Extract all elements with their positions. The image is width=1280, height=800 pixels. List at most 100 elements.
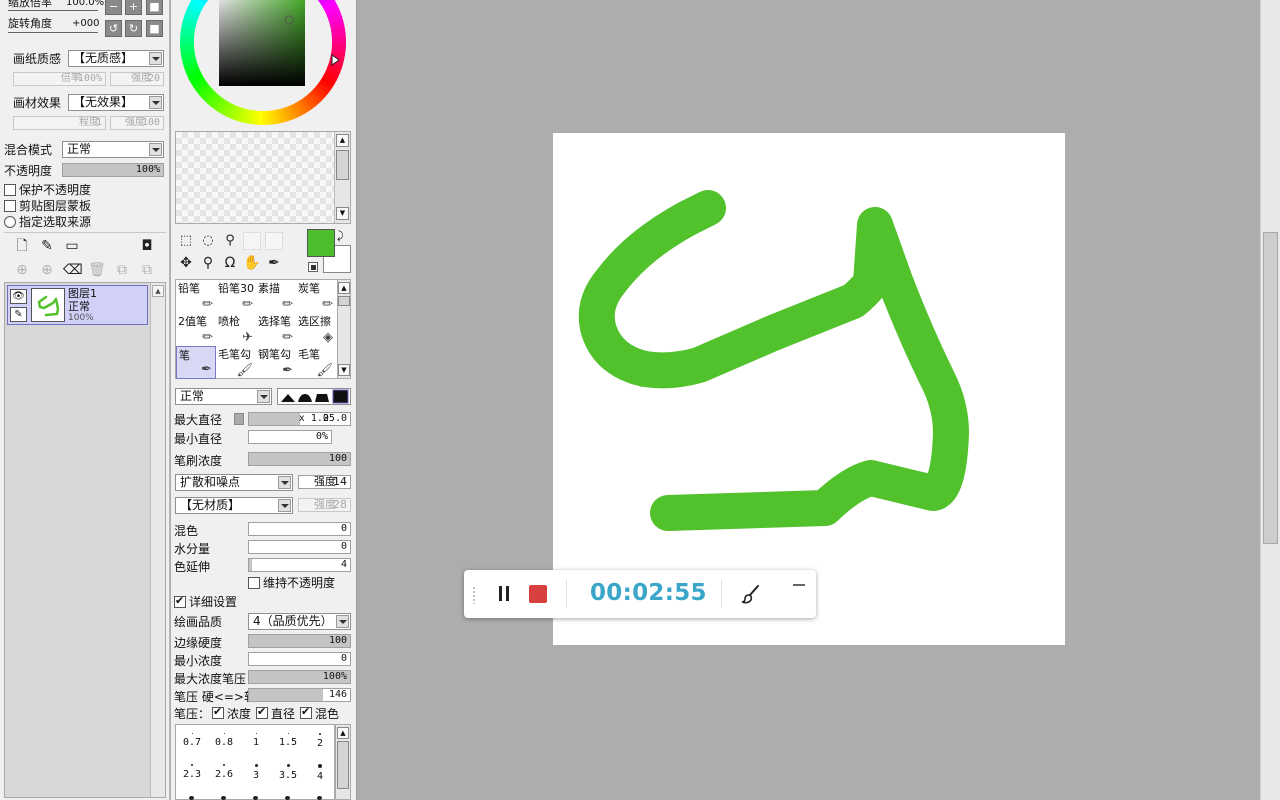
- scroll-thumb[interactable]: [337, 741, 349, 789]
- brush-size-preset[interactable]: 0.7: [176, 727, 208, 758]
- pressure-blend-checkbox[interactable]: [300, 705, 312, 719]
- min-size-slider[interactable]: 0%: [248, 430, 332, 444]
- scroll-up-icon[interactable]: ▲: [338, 282, 350, 294]
- brush-item[interactable]: 炭笔 ✏: [296, 280, 336, 313]
- delete-layer-icon[interactable]: 🗑: [88, 261, 106, 279]
- size-scrollbar[interactable]: ▲: [335, 724, 351, 800]
- pencil-icon[interactable]: ✎: [10, 307, 27, 322]
- new-layer-icon[interactable]: 🗋: [13, 237, 31, 255]
- scroll-thumb[interactable]: [338, 296, 350, 306]
- size-lock-icon[interactable]: [234, 413, 244, 425]
- edge-hardness-slider[interactable]: 100: [248, 634, 351, 648]
- canvas-vertical-scrollbar[interactable]: [1260, 0, 1280, 800]
- layer-mask-icon[interactable]: ◘: [138, 237, 156, 255]
- eyedropper-icon[interactable]: ✒: [265, 254, 283, 272]
- eye-icon[interactable]: 👁: [10, 289, 27, 304]
- scratchpad-scrollbar[interactable]: ▲ ▼: [334, 132, 350, 223]
- brush-size-preset[interactable]: 3: [240, 758, 272, 789]
- brush-shape-selector[interactable]: [277, 388, 351, 405]
- texture-strength-slider[interactable]: 强度20: [110, 72, 164, 86]
- transfer-down-icon[interactable]: ⊕: [13, 261, 31, 279]
- paper-effect-dropdown[interactable]: 【无效果】: [68, 94, 164, 111]
- foreground-color-swatch[interactable]: [307, 229, 335, 257]
- zoom-slider[interactable]: [8, 10, 98, 11]
- max-pressure-slider[interactable]: 100%: [248, 670, 351, 684]
- rotate-icon[interactable]: Ω: [221, 254, 239, 272]
- minimize-icon[interactable]: [793, 584, 805, 586]
- scroll-up-icon[interactable]: ▲: [152, 285, 164, 297]
- new-linework-layer-icon[interactable]: ✎: [38, 237, 56, 255]
- rect-select-icon[interactable]: ⬚: [177, 232, 195, 250]
- blend-mode-dropdown[interactable]: 正常: [62, 141, 164, 158]
- lasso-icon[interactable]: ◌: [199, 232, 217, 250]
- merge-visible-icon[interactable]: ⧉: [113, 261, 131, 279]
- brush-item[interactable]: 选择笔 ✏: [256, 313, 296, 346]
- min-density-slider[interactable]: 0: [248, 652, 351, 666]
- water-slider[interactable]: 0: [248, 540, 351, 554]
- rotate-slider[interactable]: [8, 32, 98, 33]
- brush-size-preset[interactable]: 2.6: [208, 758, 240, 789]
- brush-size-preset[interactable]: 1.5: [272, 727, 304, 758]
- keep-opacity-checkbox[interactable]: [248, 577, 260, 589]
- merge-down-icon[interactable]: ⊕: [38, 261, 56, 279]
- new-folder-icon[interactable]: ▭: [63, 237, 81, 255]
- zoom-reset-button[interactable]: ■: [146, 0, 163, 15]
- rotate-left-button[interactable]: ↺: [105, 20, 122, 37]
- color-wheel[interactable]: [179, 0, 347, 126]
- brush-item[interactable]: 喷枪 ✈: [216, 313, 256, 346]
- opacity-slider[interactable]: 100%: [62, 163, 164, 177]
- noise-strength-slider[interactable]: 强度14: [298, 475, 351, 489]
- scratchpad[interactable]: ▲ ▼: [175, 131, 351, 224]
- brush-texture-dropdown[interactable]: 【无材质】: [175, 497, 293, 514]
- reset-colors-icon[interactable]: [308, 262, 318, 272]
- brush-size-preset[interactable]: 2: [304, 727, 336, 758]
- noise-dropdown[interactable]: 扩散和噪点: [175, 474, 293, 491]
- magic-wand-icon[interactable]: ⚲: [221, 232, 239, 250]
- rotate-right-button[interactable]: ↻: [125, 20, 142, 37]
- layer-scrollbar[interactable]: ▲: [150, 283, 165, 797]
- brush-texture-strength-slider[interactable]: 强度28: [298, 498, 351, 512]
- brush-item[interactable]: 毛笔 🖌: [296, 346, 336, 379]
- zoom-icon[interactable]: ⚲: [199, 254, 217, 272]
- brush-item[interactable]: 素描 ✏: [256, 280, 296, 313]
- brush-item[interactable]: 铅笔 ✏: [176, 280, 216, 313]
- layer-properties-icon[interactable]: ⧉: [138, 261, 156, 279]
- brush-size-preset[interactable]: 2.3: [176, 758, 208, 789]
- pressure-density-checkbox[interactable]: [212, 705, 224, 719]
- scroll-thumb[interactable]: [336, 150, 349, 180]
- swap-colors-icon[interactable]: ⤸: [337, 229, 344, 243]
- brush-item[interactable]: 选区擦 ◈: [296, 313, 336, 346]
- clear-layer-icon[interactable]: ⌫: [63, 261, 83, 279]
- pause-icon[interactable]: [496, 585, 514, 603]
- brush-mode-dropdown[interactable]: 正常: [175, 388, 272, 405]
- hand-icon[interactable]: ✋: [243, 254, 261, 272]
- rotate-reset-button[interactable]: ■: [146, 20, 163, 37]
- drawing-canvas[interactable]: [553, 133, 1065, 645]
- zoom-in-button[interactable]: +: [125, 0, 142, 15]
- brush-scrollbar[interactable]: ▲ ▼: [337, 279, 351, 379]
- brush-item[interactable]: 钢笔勾 ✒: [256, 346, 296, 379]
- advanced-settings-checkbox[interactable]: [174, 594, 186, 608]
- canvas-area[interactable]: 00:02:55: [358, 0, 1260, 800]
- brush-size-preset[interactable]: 4: [304, 758, 336, 789]
- brush-item[interactable]: 铅笔30 ✏: [216, 280, 256, 313]
- scroll-up-icon[interactable]: ▲: [337, 727, 349, 739]
- brush-item[interactable]: 笔 ✒: [176, 346, 216, 379]
- move-icon[interactable]: ✥: [177, 254, 195, 272]
- blend-slider[interactable]: 0: [248, 522, 351, 536]
- texture-scale-slider[interactable]: 倍率100%: [13, 72, 106, 86]
- drag-handle[interactable]: [472, 586, 476, 604]
- brush-size-preset[interactable]: 0.8: [208, 727, 240, 758]
- persistence-slider[interactable]: 4: [248, 558, 351, 572]
- zoom-out-button[interactable]: −: [105, 0, 122, 15]
- paint-brush-icon[interactable]: [740, 583, 762, 605]
- pressure-size-checkbox[interactable]: [256, 705, 268, 719]
- quality-dropdown[interactable]: 4（品质优先）: [248, 613, 351, 630]
- stop-icon[interactable]: [529, 585, 547, 603]
- scroll-down-icon[interactable]: ▼: [338, 364, 350, 376]
- brush-item[interactable]: 2值笔 ✏: [176, 313, 216, 346]
- brush-size-preset[interactable]: 1: [240, 727, 272, 758]
- brush-item[interactable]: 毛笔勾 🖌: [216, 346, 256, 379]
- scroll-thumb[interactable]: [1263, 232, 1278, 544]
- effect-strength-slider[interactable]: 强度100: [110, 116, 164, 130]
